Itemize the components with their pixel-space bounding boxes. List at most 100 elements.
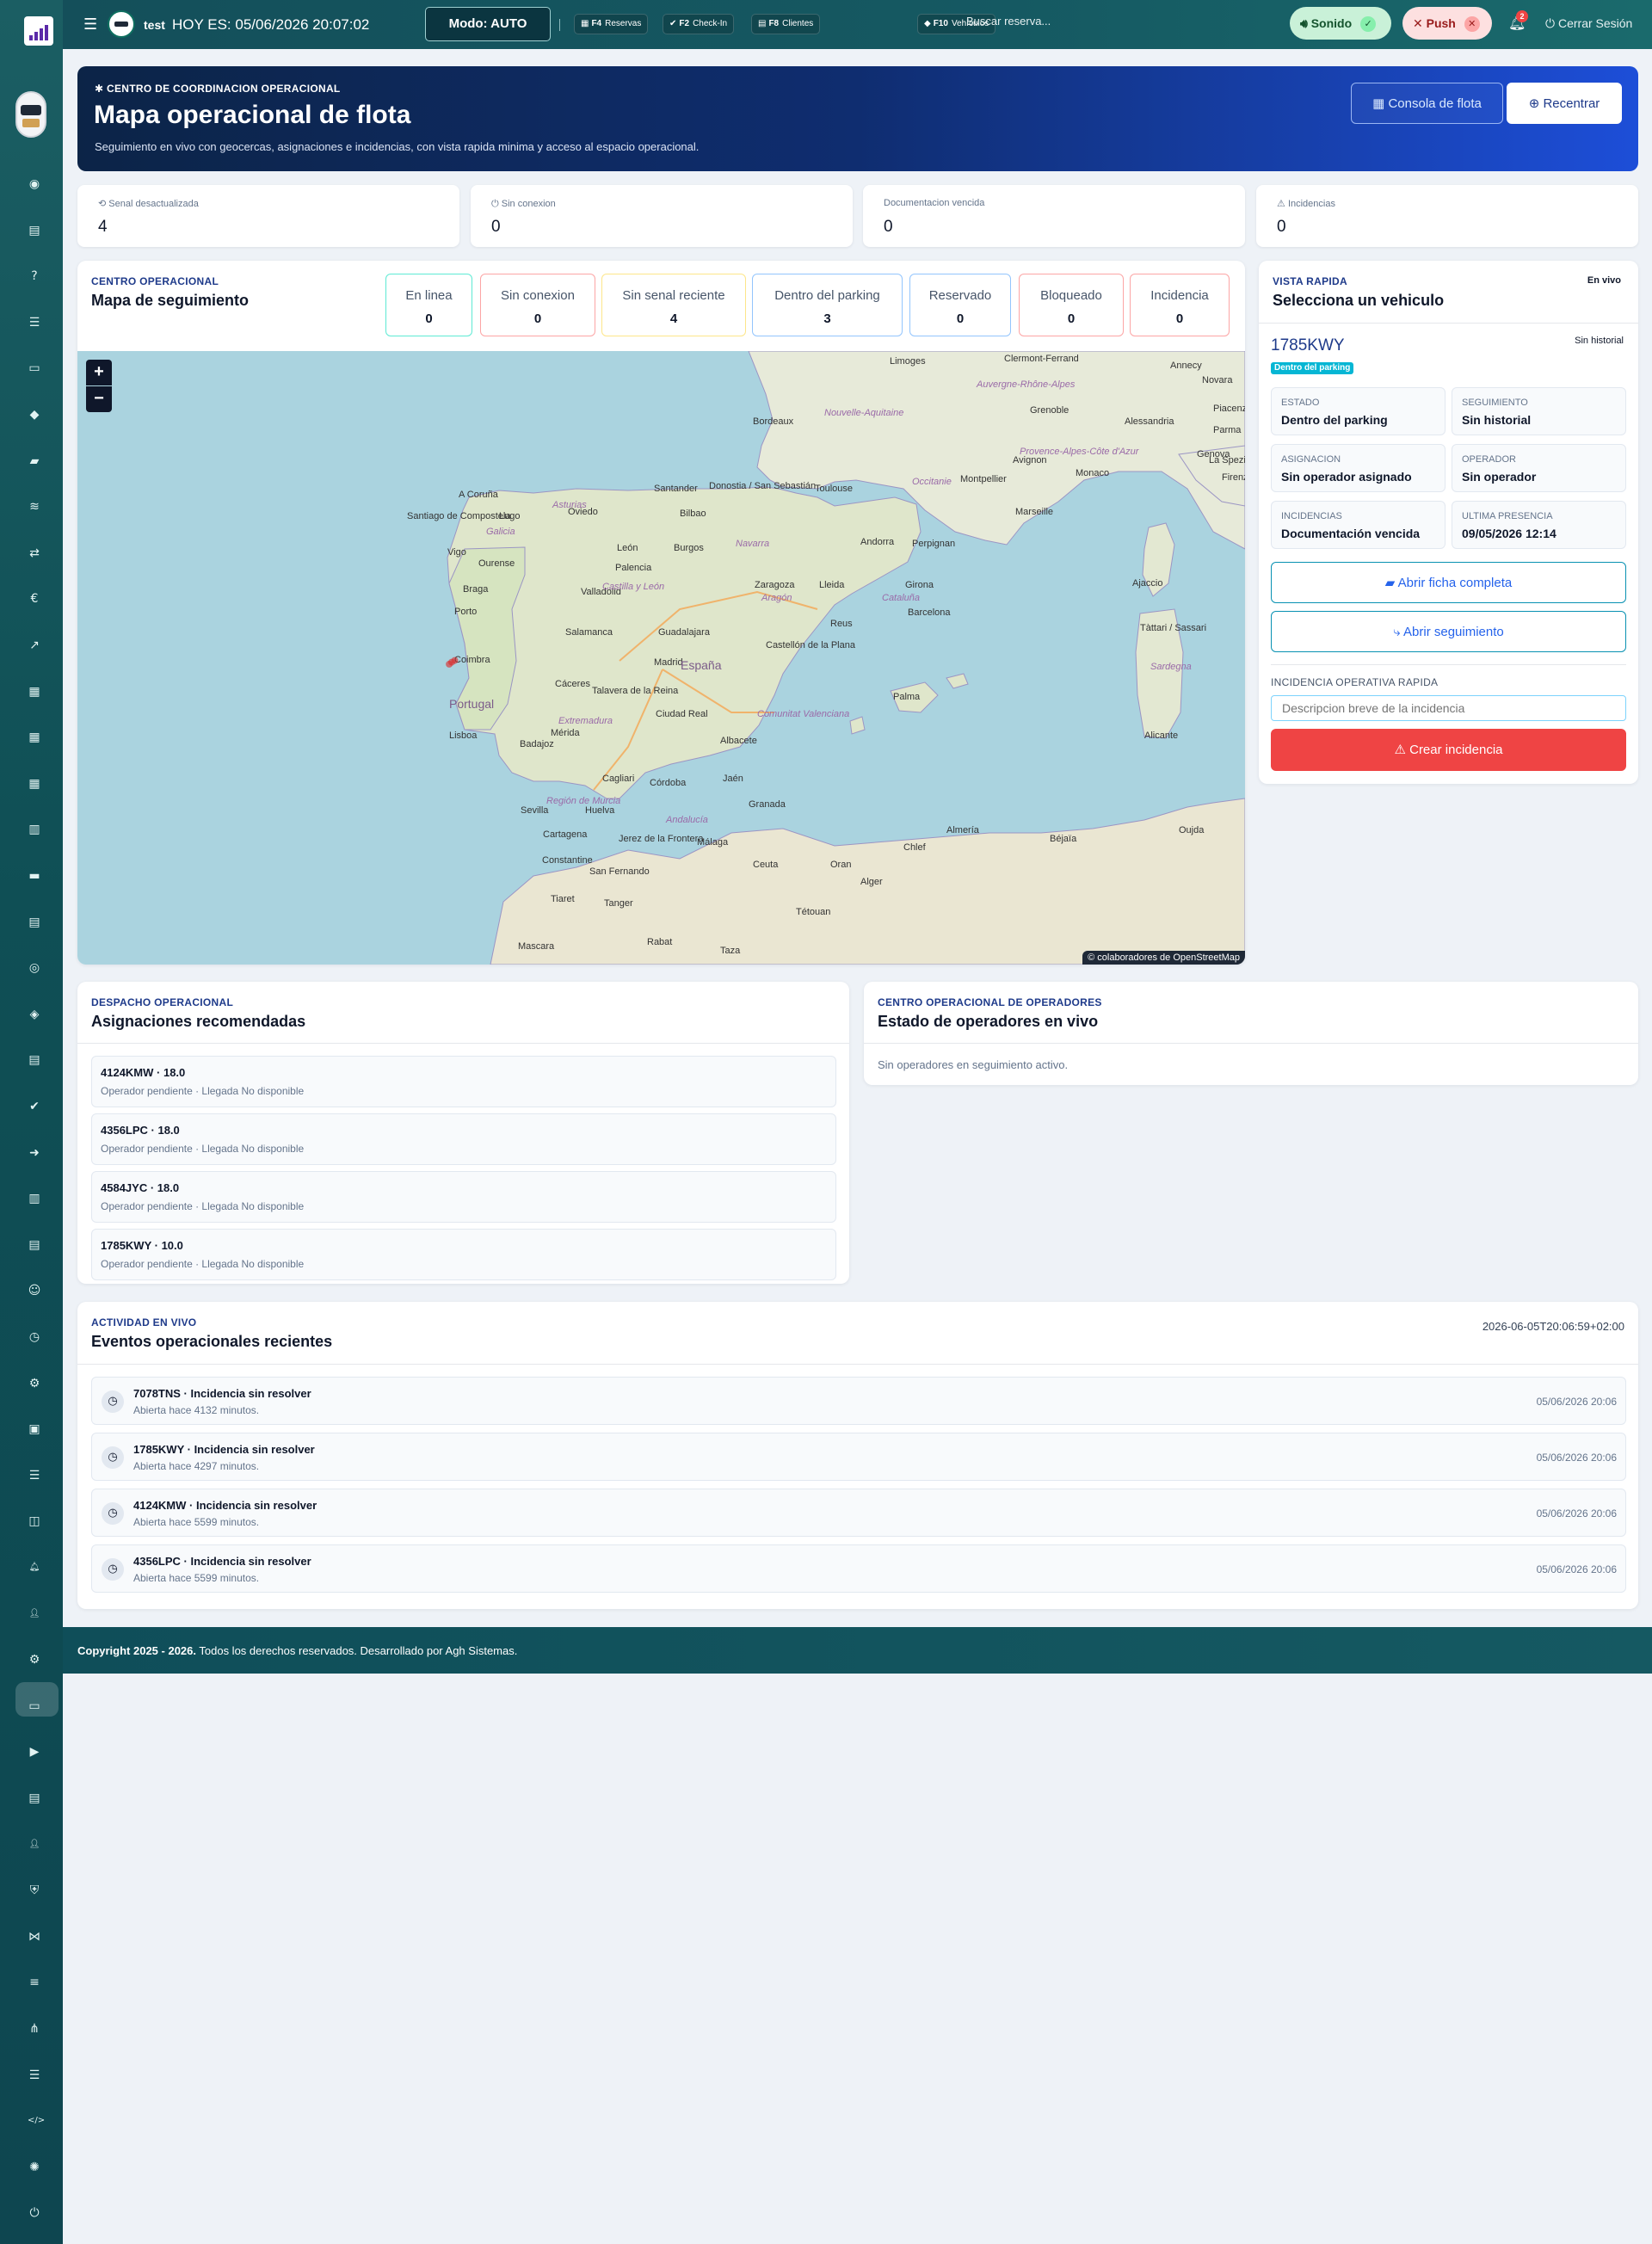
building-icon[interactable]: ▥ bbox=[28, 823, 41, 836]
id-card-icon[interactable]: ▭ bbox=[28, 361, 41, 375]
sound-toggle[interactable]: 🔊︎ Sonido ✓ bbox=[1290, 7, 1391, 40]
search-input[interactable]: Buscar reserva... bbox=[966, 15, 1224, 28]
list-item[interactable]: 4124KMW · 18.0 Operador pendiente · Llega… bbox=[91, 1056, 836, 1107]
archive-icon[interactable]: ▥ bbox=[28, 1192, 41, 1205]
recenter-button[interactable]: ⊕ Recentrar bbox=[1507, 83, 1622, 124]
map-place-label: Madrid bbox=[654, 657, 683, 668]
euro-icon[interactable]: € bbox=[28, 592, 41, 606]
status-filter-card[interactable]: Sin conexion 0 bbox=[480, 274, 595, 336]
event-row[interactable]: ◷ 7078TNS · Incidencia sin resolver Abiert… bbox=[91, 1377, 1626, 1425]
hamburger-menu-icon[interactable]: ☰ bbox=[83, 15, 97, 34]
status-filter-card[interactable]: Incidencia 0 bbox=[1130, 274, 1230, 336]
truck-icon[interactable]: ▰ bbox=[28, 454, 41, 468]
panel-kicker: VISTA RAPIDA bbox=[1273, 275, 1347, 287]
map[interactable]: Limoges Clermont-Ferrand Annecy Novara Borde… bbox=[77, 351, 1245, 965]
book-icon[interactable]: ▤ bbox=[28, 1791, 41, 1805]
car-icon: ◆ bbox=[924, 19, 931, 28]
vehicle-marker[interactable] bbox=[446, 660, 453, 668]
chart-icon[interactable]: ↗ bbox=[28, 638, 41, 652]
tower-icon[interactable]: ✺ bbox=[28, 2161, 41, 2174]
camera-icon[interactable]: ◎ bbox=[28, 961, 41, 975]
logout-button[interactable]: ⏻ Cerrar Sesión bbox=[1545, 16, 1632, 31]
car-icon[interactable]: ◆ bbox=[28, 408, 41, 422]
open-file-button[interactable]: ▰ Abrir ficha completa bbox=[1271, 562, 1626, 603]
panel-title: Asignaciones recomendadas bbox=[91, 1013, 306, 1030]
exchange-icon[interactable]: ⇄ bbox=[28, 546, 41, 560]
mode-button[interactable]: Modo: AUTO bbox=[425, 7, 551, 41]
calendar-alt-icon[interactable]: ▦ bbox=[28, 777, 41, 791]
card-icon[interactable]: ▬ bbox=[28, 869, 41, 883]
map-place-label: Bordeaux bbox=[753, 416, 794, 427]
calendar-icon[interactable]: ▦ bbox=[28, 685, 41, 699]
list-ul-icon[interactable]: ☰ bbox=[28, 2068, 41, 2082]
document-icon[interactable]: ▤ bbox=[28, 915, 41, 929]
map-place-label: Mascara bbox=[518, 941, 555, 952]
map-place-label: Asturias bbox=[552, 500, 587, 510]
shield-icon[interactable]: ⛨ bbox=[28, 1883, 41, 1897]
status-filter-card[interactable]: Sin senal reciente 4 bbox=[601, 274, 746, 336]
bell-icon[interactable]: 🔔︎ bbox=[28, 1561, 41, 1575]
map-attribution[interactable]: © colaboradores de OpenStreetMap bbox=[1082, 951, 1245, 965]
code-icon[interactable]: </> bbox=[28, 2114, 45, 2128]
clock-icon[interactable]: ◷ bbox=[28, 1330, 41, 1344]
event-row[interactable]: ◷ 4124KMW · Incidencia sin resolver Abiert… bbox=[91, 1489, 1626, 1537]
push-toggle[interactable]: ✕ Push ✕ bbox=[1402, 7, 1492, 40]
server-icon[interactable]: ≡ bbox=[28, 1976, 41, 1989]
status-filter-card[interactable]: Dentro del parking 3 bbox=[752, 274, 903, 336]
open-tracking-button[interactable]: ⤷ Abrir seguimiento bbox=[1271, 611, 1626, 652]
zoom-in-button[interactable]: + bbox=[86, 360, 112, 385]
fleet-console-button[interactable]: ▦ Consola de flota bbox=[1351, 83, 1503, 124]
video-icon[interactable]: ▶ bbox=[28, 1745, 41, 1759]
check-icon[interactable]: ✔ bbox=[28, 1100, 41, 1113]
list-item[interactable]: 1785KWY · 10.0 Operador pendiente · Llega… bbox=[91, 1229, 836, 1280]
status-filter-card[interactable]: Bloqueado 0 bbox=[1019, 274, 1124, 336]
help-icon[interactable]: ? bbox=[28, 269, 41, 283]
status-count: 0 bbox=[425, 311, 433, 326]
incident-description-input[interactable] bbox=[1271, 695, 1626, 721]
warning-icon: ⚠ bbox=[1394, 742, 1406, 757]
map-place-label: Oujda bbox=[1179, 825, 1205, 835]
layers-icon[interactable]: ≋ bbox=[28, 500, 41, 514]
sitemap-icon[interactable]: ⋔ bbox=[28, 2022, 41, 2036]
briefcase-icon[interactable]: ▣ bbox=[28, 1422, 41, 1436]
calendar-check-icon[interactable]: ▦ bbox=[28, 731, 41, 744]
user-icon[interactable]: 👤︎ bbox=[28, 1607, 41, 1621]
settings-users-icon[interactable]: ⚙ bbox=[28, 1377, 41, 1390]
status-count: 0 bbox=[533, 311, 542, 326]
status-filter-card[interactable]: Reservado 0 bbox=[909, 274, 1011, 336]
bed-icon[interactable]: ▭ bbox=[28, 1699, 41, 1713]
shortcut-reservas[interactable]: ▦ F4 Reservas bbox=[574, 14, 649, 34]
chip-icon[interactable]: ◫ bbox=[28, 1514, 41, 1528]
dashboard-icon[interactable]: ◉ bbox=[28, 177, 41, 191]
form-icon[interactable]: ▤ bbox=[28, 1053, 41, 1067]
network-icon[interactable]: ⋈ bbox=[28, 1930, 41, 1944]
list-item[interactable]: 4584JYC · 18.0 Operador pendiente · Llega… bbox=[91, 1171, 836, 1223]
zoom-out-button[interactable]: − bbox=[86, 386, 112, 412]
user-circle-icon[interactable]: 👤︎ bbox=[28, 1838, 41, 1852]
field-value: Sin operador bbox=[1462, 470, 1537, 484]
list-item[interactable]: 4356LPC · 18.0 Operador pendiente · Llega… bbox=[91, 1113, 836, 1165]
app-logo[interactable] bbox=[24, 16, 53, 46]
list-alt-icon[interactable]: ☰ bbox=[28, 1469, 41, 1483]
shortcut-label: Reservas bbox=[605, 19, 642, 28]
status-count: 0 bbox=[956, 311, 965, 326]
sign-out-icon[interactable]: ➜ bbox=[28, 1146, 41, 1160]
file-text-icon[interactable]: ▤ bbox=[28, 1238, 41, 1252]
event-row[interactable]: ◷ 1785KWY · Incidencia sin resolver Abiert… bbox=[91, 1433, 1626, 1481]
list-item-subtitle: Operador pendiente · Llegada No disponib… bbox=[101, 1200, 305, 1212]
list-icon[interactable]: ☰ bbox=[28, 316, 41, 330]
shortcut-clientes[interactable]: ▤ F8 Clientes bbox=[751, 14, 821, 34]
status-filter-card[interactable]: En linea 0 bbox=[385, 274, 472, 336]
create-incident-button[interactable]: ⚠ Crear incidencia bbox=[1271, 729, 1626, 771]
avatar[interactable] bbox=[15, 91, 46, 138]
status-count: 4 bbox=[669, 311, 678, 326]
power-icon[interactable]: ⏻ bbox=[28, 2206, 41, 2220]
clock-icon: ◷ bbox=[102, 1446, 124, 1469]
cogs-icon[interactable]: ⚙ bbox=[28, 1653, 41, 1667]
shortcut-checkin[interactable]: ✔ F2 Check-In bbox=[663, 14, 735, 34]
file-icon[interactable]: ▤ bbox=[28, 224, 41, 237]
warning-icon: ⚠ bbox=[1277, 198, 1285, 209]
users-icon[interactable]: ☺ bbox=[28, 1284, 41, 1298]
broadcast-icon[interactable]: ◈ bbox=[28, 1008, 41, 1021]
event-row[interactable]: ◷ 4356LPC · Incidencia sin resolver Abiert… bbox=[91, 1544, 1626, 1593]
